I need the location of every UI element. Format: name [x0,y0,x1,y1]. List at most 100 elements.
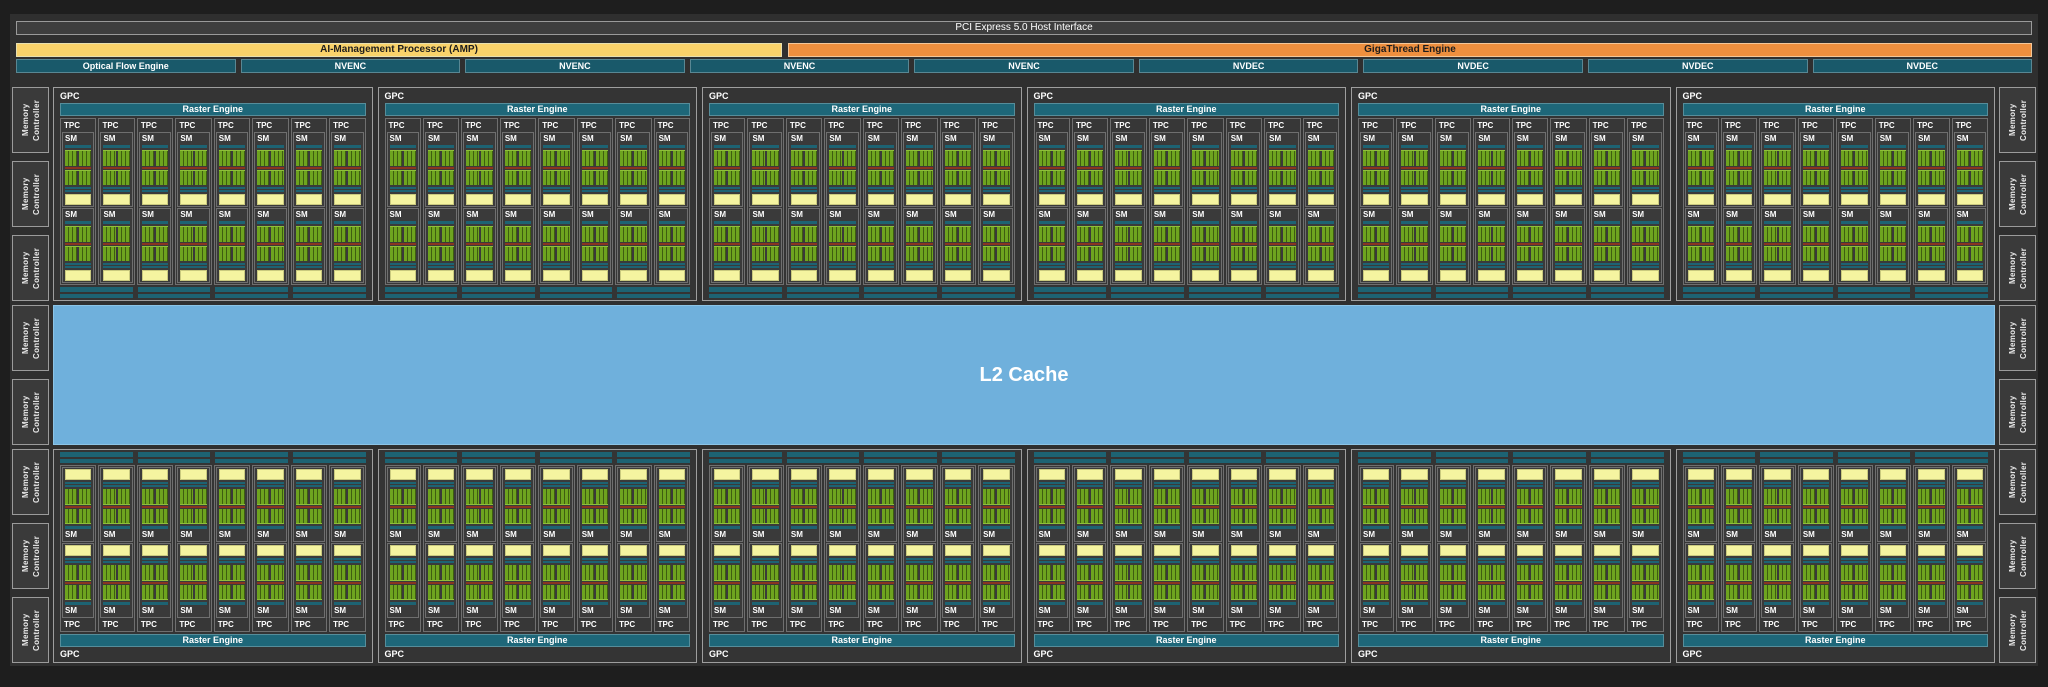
sm-thin-strip [1516,482,1544,484]
sm-core-block [620,245,647,261]
core-group [1802,489,1816,504]
core-group [1646,246,1659,261]
core-group [958,508,972,523]
core-group [1817,170,1830,185]
tpc: TPC SM SM [384,118,421,285]
sm-core-block [1439,584,1467,600]
sm-core-block [295,226,323,242]
geometry-strip-segment [1358,458,1431,463]
sm-rt-core-bar [218,194,246,205]
geometry-strip-segment [462,293,535,298]
core-group [257,151,270,166]
sm-rt-core-bar [1230,270,1258,281]
sm-label: SM [1956,134,1969,143]
sm-core-separator [466,166,493,169]
sm-label: SM [334,134,347,143]
sm-core-block [1230,584,1258,600]
gpc: GPC Raster Engine TPC SM SM TPC SM SM TPC SM SM TPC… [1026,87,1346,301]
sm: SM [1953,208,1986,283]
sm: SM [655,543,688,618]
sm-l1-strip [867,526,895,529]
tpc-label: TPC [1724,121,1741,130]
sm-core-block [180,169,207,185]
sm-l1-strip [141,602,169,605]
sm-core-separator [658,581,685,584]
sm-core-block [867,245,895,261]
core-group [271,170,284,185]
sm-core-block [543,169,570,185]
core-group [1817,227,1830,242]
sm-core-block [829,226,856,242]
sm: SM [1513,208,1547,283]
sm-core-block [1153,584,1181,600]
sm-thin-strip [790,187,818,189]
tpc: TPC SM SM [1225,465,1263,632]
sm: SM [62,132,95,207]
sm-label: SM [829,210,842,219]
tpc: TPC SM SM [499,118,537,285]
sm-thin-strip [829,482,856,484]
sm-l1-strip [620,526,647,529]
sm-thin-strip [1307,561,1334,563]
sm: SM [1953,467,1986,542]
raster-engine-bar: Raster Engine [1033,103,1339,116]
core-group [1569,584,1582,599]
sm-thin-strip [218,561,246,563]
core-group [728,151,741,166]
sm-l1-strip [141,221,169,224]
sm-thin-strip [1478,558,1505,560]
core-group [829,584,842,599]
core-group [1307,565,1320,580]
gpc-label: GPC [1358,91,1378,101]
core-group [867,565,880,580]
sm-thin-strip [180,190,207,192]
sm-core-separator [218,166,246,169]
sm-core-separator [1401,242,1428,245]
geometry-strip-segment [1760,452,1833,457]
sm-rt-core-bar [1038,469,1065,480]
sm-label: SM [257,606,270,615]
sm-core-block [1841,584,1868,600]
tpc: TPC SM SM [136,118,174,285]
sm-l1-strip [1439,145,1467,148]
sm-core-block [1307,489,1334,505]
tpc: TPC SM SM [824,118,861,285]
sm-rt-core-bar [620,545,647,556]
sm-core-block [1687,489,1714,505]
memory-controller-zone: Memory Controller Memory Controller [1999,305,2036,445]
sm-core-block [334,169,361,185]
sm-core-block [658,489,685,505]
sm-thin-strip [180,561,207,563]
core-group [906,246,919,261]
memory-controller: Memory Controller [1999,87,2036,153]
core-group [1052,246,1065,261]
core-group [1091,489,1104,504]
sm-label: SM [867,530,880,539]
sm: SM [1761,543,1794,618]
core-group [714,151,727,166]
sm-core-separator [1153,581,1181,584]
core-group [232,151,246,166]
sm-thin-strip [983,558,1010,560]
sm-core-separator [1478,505,1505,508]
sm-thin-strip [257,485,284,487]
sm-rt-core-bar [1764,545,1791,556]
core-group [983,489,996,504]
core-group [232,508,246,523]
sm-thin-strip [1516,561,1544,563]
sm-core-block [790,489,818,505]
tpc-label: TPC [1554,620,1571,629]
tpc: TPC SM SM [175,465,212,632]
sm-rt-core-bar [1725,270,1753,281]
sm: SM [501,208,535,283]
sm-core-separator [543,166,570,169]
core-group [1192,489,1205,504]
sm-l1-strip [1555,145,1582,148]
sm-thin-strip [944,558,972,560]
core-group [790,489,804,504]
geometry-strip-segment [1111,458,1184,463]
sm-rt-core-bar [1307,545,1334,556]
sm-l1-strip [1802,602,1830,605]
sm-core-separator [1230,242,1258,245]
sm-thin-strip [1230,263,1258,265]
